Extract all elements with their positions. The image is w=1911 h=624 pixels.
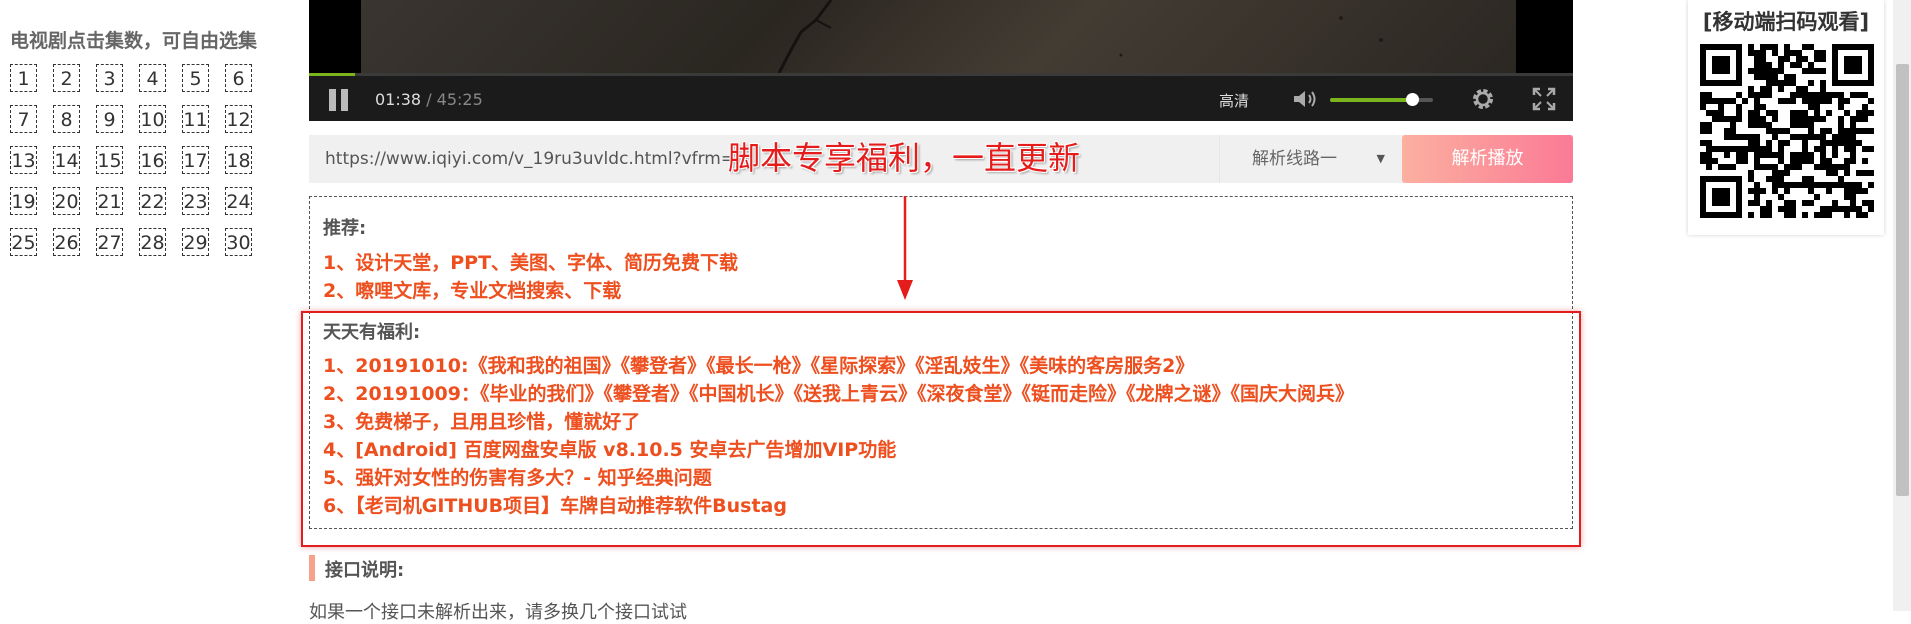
episode-title: 电视剧点击集数，可自由选集 (10, 30, 258, 52)
scrollbar[interactable] (1893, 0, 1911, 611)
episode-button[interactable]: 9 (96, 105, 123, 133)
episode-button[interactable]: 24 (225, 187, 252, 215)
arrow-down-icon (897, 196, 913, 300)
episode-button[interactable]: 8 (53, 105, 80, 133)
episode-button[interactable]: 16 (139, 146, 166, 174)
section-marker (309, 555, 315, 581)
episode-button[interactable]: 6 (225, 64, 252, 92)
episode-button[interactable]: 5 (182, 64, 209, 92)
volume-knob[interactable] (1406, 93, 1420, 106)
episode-button[interactable]: 21 (96, 187, 123, 215)
episode-button[interactable]: 26 (53, 228, 80, 256)
episode-grid: 1 2 3 4 5 6 7 8 9 10 11 12 13 14 15 16 1… (10, 64, 260, 256)
line-select-label: 解析线路一 (1252, 149, 1337, 169)
qr-panel: [移动端扫码观看] (1688, 0, 1884, 235)
episode-button[interactable]: 13 (10, 146, 37, 174)
episode-button[interactable]: 3 (96, 64, 123, 92)
episode-button[interactable]: 18 (225, 146, 252, 174)
current-time: 01:38 (375, 90, 422, 109)
pause-icon[interactable] (329, 89, 351, 111)
chevron-down-icon: ▼ (1376, 152, 1385, 165)
recommend-title: 推荐: (323, 218, 367, 239)
episode-button[interactable]: 29 (182, 228, 209, 256)
episode-button[interactable]: 12 (225, 105, 252, 133)
video-scene (777, 0, 1383, 73)
episode-button[interactable]: 15 (96, 146, 123, 174)
volume-icon[interactable] (1292, 88, 1320, 110)
recommend-link[interactable]: 1、设计天堂，PPT、美图、字体、简历免费下载 (323, 248, 738, 275)
fullscreen-icon[interactable] (1532, 87, 1556, 111)
qr-title: [移动端扫码观看] (1702, 10, 1870, 34)
scrollbar-thumb[interactable] (1896, 64, 1909, 496)
episode-button[interactable]: 30 (225, 228, 252, 256)
episode-button[interactable]: 22 (139, 187, 166, 215)
time-display: 01:38 / 45:25 (375, 90, 483, 109)
annotation-text: 脚本专享福利，一直更新 (728, 139, 1081, 177)
video-player[interactable]: 01:38 / 45:25 高清 (309, 0, 1573, 121)
episode-button[interactable]: 14 (53, 146, 80, 174)
episode-button[interactable]: 4 (139, 64, 166, 92)
recommend-link[interactable]: 2、嚓哩文库，专业文档搜索、下载 (323, 276, 621, 303)
episode-button[interactable]: 27 (96, 228, 123, 256)
episode-button[interactable]: 25 (10, 228, 37, 256)
episode-button[interactable]: 1 (10, 64, 37, 92)
episode-button[interactable]: 19 (10, 187, 37, 215)
quality-button[interactable]: 高清 (1219, 90, 1249, 111)
volume-slider[interactable] (1330, 93, 1433, 106)
interface-title: 接口说明: (325, 560, 405, 581)
episode-button[interactable]: 2 (53, 64, 80, 92)
episode-button[interactable]: 28 (139, 228, 166, 256)
video-frame[interactable] (361, 0, 1516, 73)
episode-button[interactable]: 7 (10, 105, 37, 133)
qr-code-icon (1700, 44, 1874, 218)
volume-fill (1330, 98, 1413, 102)
interface-desc: 如果一个接口未解析出来，请多换几个接口试试 (309, 602, 687, 623)
line-select[interactable]: 解析线路一 ▼ (1219, 135, 1395, 183)
episode-button[interactable]: 10 (139, 105, 166, 133)
episode-button[interactable]: 17 (182, 146, 209, 174)
parse-play-button[interactable]: 解析播放 (1402, 135, 1573, 183)
gear-icon[interactable] (1470, 86, 1496, 112)
episode-button[interactable]: 20 (53, 187, 80, 215)
episode-button[interactable]: 11 (182, 105, 209, 133)
duration: / 45:25 (426, 90, 483, 109)
episode-button[interactable]: 23 (182, 187, 209, 215)
control-bar: 01:38 / 45:25 高清 (309, 76, 1573, 121)
highlight-frame (301, 311, 1581, 547)
